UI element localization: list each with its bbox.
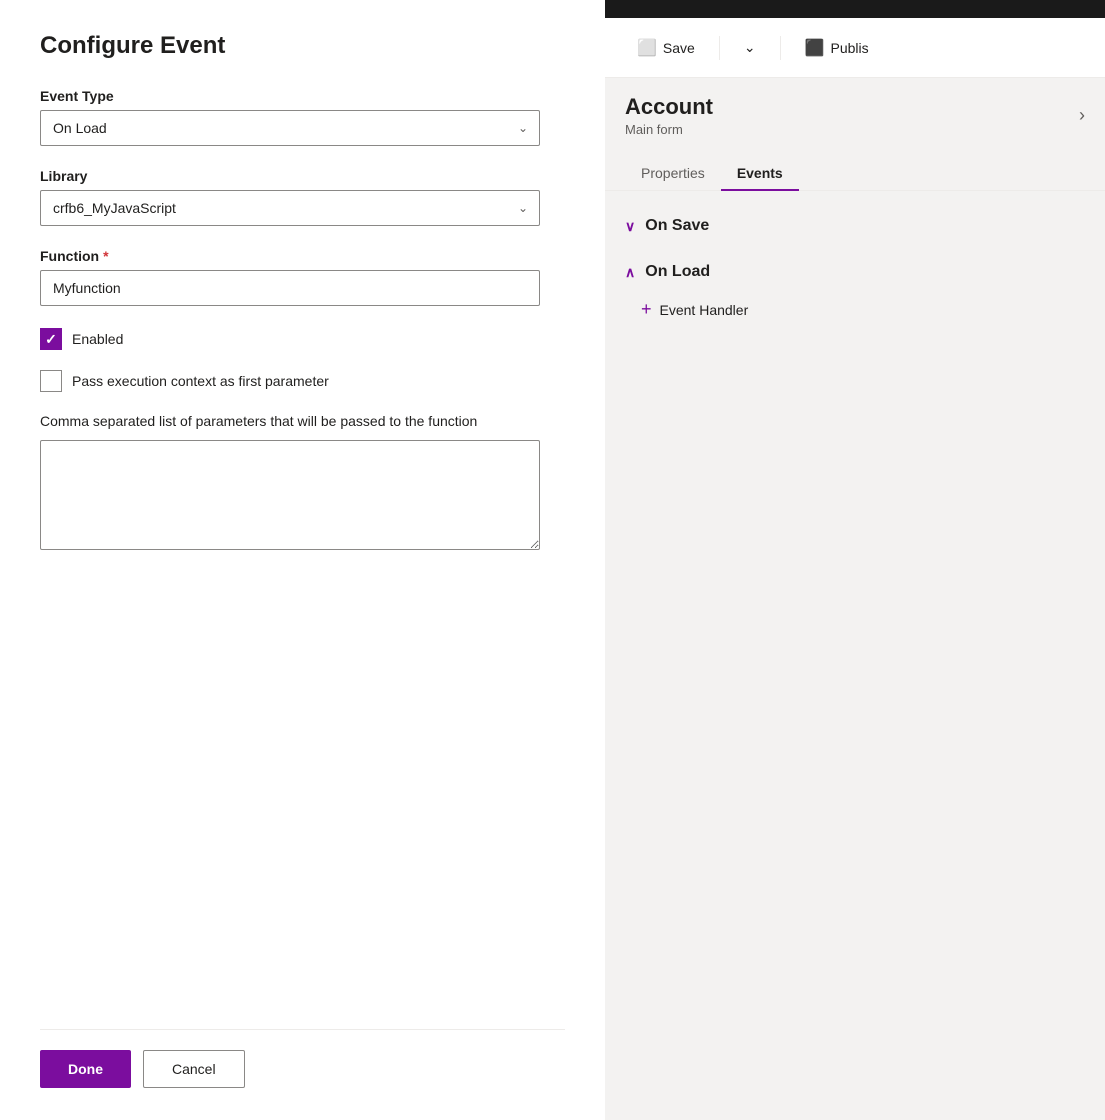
add-event-handler-row[interactable]: + Event Handler: [625, 291, 1085, 328]
dialog-footer: Done Cancel: [40, 1029, 565, 1088]
dialog-title: Configure Event: [40, 32, 565, 60]
on-load-collapse-icon: ∧: [625, 264, 635, 281]
tab-events[interactable]: Events: [721, 157, 799, 191]
event-type-group: Event Type On Load On Save On Change ⌄: [40, 88, 565, 146]
account-title-row: Account Main form ›: [625, 94, 1085, 137]
done-button[interactable]: Done: [40, 1050, 131, 1088]
event-type-select[interactable]: On Load On Save On Change: [40, 110, 540, 146]
save-label: Save: [663, 40, 695, 56]
enabled-checkbox[interactable]: ✓: [40, 328, 62, 350]
tab-properties[interactable]: Properties: [625, 157, 721, 191]
pass-context-label: Pass execution context as first paramete…: [72, 373, 329, 389]
on-save-header[interactable]: ∨ On Save: [625, 207, 1085, 245]
cancel-button[interactable]: Cancel: [143, 1050, 245, 1088]
required-indicator: *: [103, 248, 108, 264]
params-group: Comma separated list of parameters that …: [40, 412, 565, 555]
add-event-handler-icon: +: [641, 299, 652, 320]
save-icon: ⬜: [637, 38, 657, 58]
account-header: Account Main form ›: [605, 78, 1105, 137]
dialog-content: Configure Event Event Type On Load On Sa…: [0, 0, 605, 1120]
on-save-collapse-icon: ∨: [625, 218, 635, 235]
enabled-group: ✓ Enabled: [40, 328, 565, 350]
event-type-label: Event Type: [40, 88, 565, 104]
library-group: Library crfb6_MyJavaScript ⌄: [40, 168, 565, 226]
dropdown-chevron-icon: ⌄: [744, 39, 756, 56]
on-save-section: ∨ On Save: [625, 207, 1085, 245]
dropdown-button[interactable]: ⌄: [732, 33, 768, 62]
app-header-bar: [605, 0, 1105, 18]
library-select-wrapper: crfb6_MyJavaScript ⌄: [40, 190, 540, 226]
account-name: Account: [625, 94, 713, 120]
params-textarea[interactable]: [40, 440, 540, 550]
configure-event-dialog: Configure Event Event Type On Load On Sa…: [0, 0, 605, 1120]
account-subtitle: Main form: [625, 122, 713, 137]
event-type-select-wrapper: On Load On Save On Change ⌄: [40, 110, 540, 146]
library-select[interactable]: crfb6_MyJavaScript: [40, 190, 540, 226]
function-group: Function *: [40, 248, 565, 306]
publish-button[interactable]: ⬛ Publis: [793, 32, 881, 64]
pass-context-group: Pass execution context as first paramete…: [40, 370, 565, 392]
toolbar-divider: [719, 36, 720, 60]
expand-chevron-icon[interactable]: ›: [1079, 105, 1085, 126]
toolbar-divider-2: [780, 36, 781, 60]
library-label: Library: [40, 168, 565, 184]
params-description: Comma separated list of parameters that …: [40, 412, 565, 432]
function-label: Function *: [40, 248, 565, 264]
checkmark-icon: ✓: [45, 331, 57, 348]
function-input[interactable]: [40, 270, 540, 306]
right-panel: ⬜ Save ⌄ ⬛ Publis Account Main form › Pr…: [605, 0, 1105, 1120]
on-load-section: ∧ On Load + Event Handler: [625, 253, 1085, 328]
on-load-header[interactable]: ∧ On Load: [625, 253, 1085, 291]
on-load-title: On Load: [645, 263, 710, 281]
on-save-title: On Save: [645, 217, 709, 235]
pass-context-checkbox[interactable]: [40, 370, 62, 392]
events-panel: ∨ On Save ∧ On Load + Event Handler: [605, 191, 1105, 352]
event-handler-label: Event Handler: [660, 302, 749, 318]
publish-label: Publis: [831, 40, 869, 56]
toolbar: ⬜ Save ⌄ ⬛ Publis: [605, 18, 1105, 78]
save-button[interactable]: ⬜ Save: [625, 32, 707, 64]
publish-icon: ⬛: [805, 38, 825, 58]
enabled-label: Enabled: [72, 331, 123, 347]
tabs-container: Properties Events: [605, 145, 1105, 191]
